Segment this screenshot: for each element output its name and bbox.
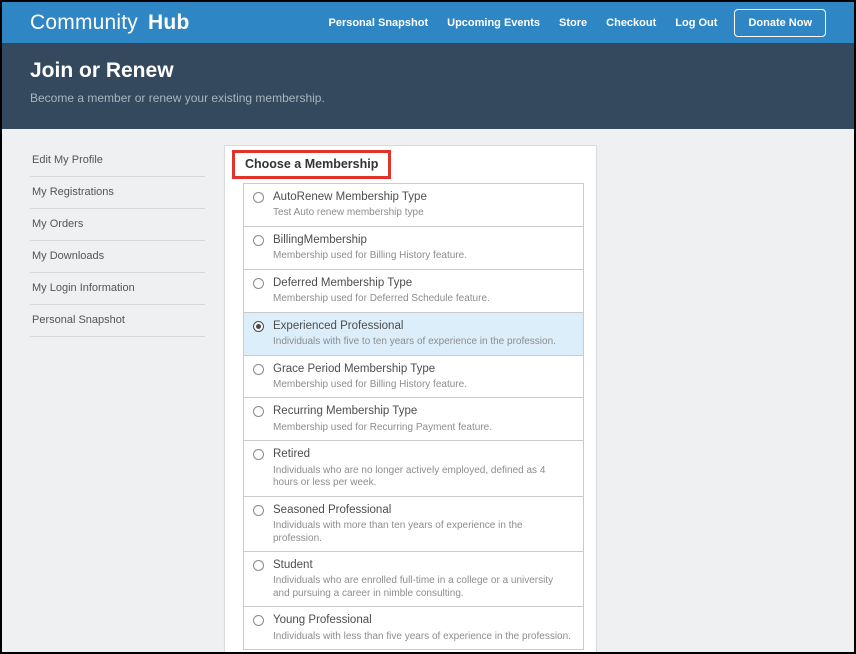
membership-option-row[interactable]: Deferred Membership Type Membership used… (243, 269, 584, 313)
membership-option-text: Experienced Professional Individuals wit… (273, 319, 560, 349)
membership-card: Choose a Membership AutoRenew Membership… (224, 145, 597, 654)
nav-link[interactable]: Personal Snapshot (328, 17, 428, 29)
radio-icon[interactable] (253, 321, 264, 332)
membership-option-text: Young Professional Individuals with less… (273, 613, 575, 643)
membership-option-description: Membership used for Billing History feat… (273, 250, 471, 263)
page-title: Join or Renew (30, 59, 826, 83)
membership-option-description: Membership used for Recurring Payment fe… (273, 422, 496, 435)
membership-option-label: Grace Period Membership Type (273, 362, 471, 376)
annotation-highlight-box: Choose a Membership (232, 150, 391, 179)
membership-option-description: Individuals who are enrolled full-time i… (273, 575, 575, 600)
membership-option-text: Deferred Membership Type Membership used… (273, 276, 494, 306)
membership-option-text: Retired Individuals who are no longer ac… (273, 447, 575, 489)
membership-section-title: Choose a Membership (245, 157, 378, 171)
donate-now-button[interactable]: Donate Now (734, 9, 826, 37)
membership-option-row[interactable]: AutoRenew Membership Type Test Auto rene… (243, 183, 584, 227)
brand-logo[interactable]: Community Hub (30, 11, 189, 35)
top-nav-links: Personal Snapshot Upcoming Events Store … (328, 17, 717, 29)
membership-option-row[interactable]: Student Individuals who are enrolled ful… (243, 551, 584, 607)
membership-option-text: Recurring Membership Type Membership use… (273, 404, 496, 434)
membership-option-row[interactable]: Experienced Professional Individuals wit… (243, 312, 584, 356)
brand-name-bold: Hub (148, 11, 189, 34)
membership-option-description: Membership used for Deferred Schedule fe… (273, 293, 494, 306)
account-sidebar: Edit My Profile My Registrations My Orde… (30, 145, 205, 337)
membership-option-text: AutoRenew Membership Type Test Auto rene… (273, 190, 428, 220)
radio-icon[interactable] (253, 235, 264, 246)
membership-option-text: BillingMembership Membership used for Bi… (273, 233, 471, 263)
membership-option-text: Student Individuals who are enrolled ful… (273, 558, 575, 600)
membership-option-description: Individuals with less than five years of… (273, 631, 575, 644)
radio-icon[interactable] (253, 449, 264, 460)
sidebar-item[interactable]: My Login Information (30, 273, 205, 305)
screenshot-page: Community Hub Personal Snapshot Upcoming… (0, 0, 856, 654)
membership-option-label: AutoRenew Membership Type (273, 190, 428, 204)
nav-link[interactable]: Store (559, 17, 587, 29)
radio-icon[interactable] (253, 406, 264, 417)
membership-option-text: Seasoned Professional Individuals with m… (273, 503, 575, 545)
membership-option-label: BillingMembership (273, 233, 471, 247)
nav-link[interactable]: Upcoming Events (447, 17, 540, 29)
membership-option-label: Young Professional (273, 613, 575, 627)
membership-option-row[interactable]: Grace Period Membership Type Membership … (243, 355, 584, 399)
radio-icon[interactable] (253, 560, 264, 571)
sidebar-item[interactable]: My Downloads (30, 241, 205, 273)
page-subtitle: Become a member or renew your existing m… (30, 91, 826, 105)
main-column: Choose a Membership AutoRenew Membership… (224, 145, 597, 654)
nav-link[interactable]: Log Out (675, 17, 717, 29)
sidebar-item[interactable]: My Orders (30, 209, 205, 241)
radio-icon[interactable] (253, 364, 264, 375)
membership-option-label: Experienced Professional (273, 319, 560, 333)
membership-option-description: Individuals who are no longer actively e… (273, 465, 575, 490)
sidebar-item[interactable]: My Registrations (30, 177, 205, 209)
membership-option-row[interactable]: Recurring Membership Type Membership use… (243, 397, 584, 441)
radio-icon[interactable] (253, 192, 264, 203)
brand-name-light: Community (30, 11, 138, 34)
membership-option-description: Membership used for Billing History feat… (273, 379, 471, 392)
membership-option-label: Recurring Membership Type (273, 404, 496, 418)
nav-link[interactable]: Checkout (606, 17, 656, 29)
radio-icon[interactable] (253, 505, 264, 516)
membership-options-list: AutoRenew Membership Type Test Auto rene… (243, 183, 584, 650)
membership-option-label: Retired (273, 447, 575, 461)
membership-option-label: Seasoned Professional (273, 503, 575, 517)
top-nav-right: Personal Snapshot Upcoming Events Store … (328, 9, 826, 37)
membership-option-row[interactable]: BillingMembership Membership used for Bi… (243, 226, 584, 270)
membership-option-row[interactable]: Retired Individuals who are no longer ac… (243, 440, 584, 496)
membership-option-row[interactable]: Young Professional Individuals with less… (243, 606, 584, 650)
membership-option-row[interactable]: Seasoned Professional Individuals with m… (243, 496, 584, 552)
top-navigation-bar: Community Hub Personal Snapshot Upcoming… (2, 2, 854, 43)
sidebar-item[interactable]: Personal Snapshot (30, 305, 205, 337)
content-area: Edit My Profile My Registrations My Orde… (2, 129, 854, 654)
radio-icon[interactable] (253, 615, 264, 626)
membership-option-label: Student (273, 558, 575, 572)
membership-option-description: Individuals with five to ten years of ex… (273, 336, 560, 349)
radio-icon[interactable] (253, 278, 264, 289)
membership-option-description: Test Auto renew membership type (273, 207, 428, 220)
membership-option-label: Deferred Membership Type (273, 276, 494, 290)
page-header: Join or Renew Become a member or renew y… (2, 43, 854, 129)
sidebar-item[interactable]: Edit My Profile (30, 145, 205, 177)
membership-option-text: Grace Period Membership Type Membership … (273, 362, 471, 392)
membership-option-description: Individuals with more than ten years of … (273, 520, 575, 545)
